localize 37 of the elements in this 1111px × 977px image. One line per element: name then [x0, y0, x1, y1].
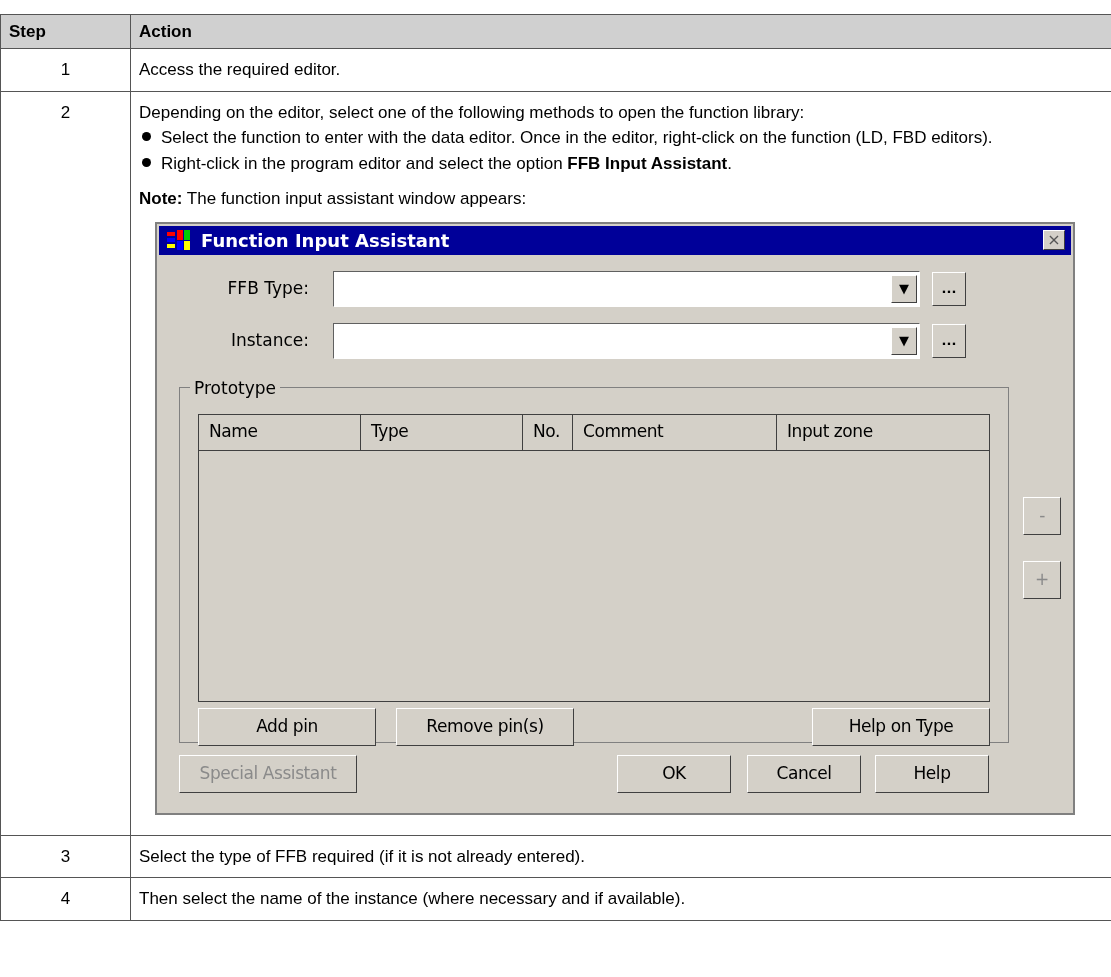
field-label: Instance: — [229, 328, 310, 352]
column-header[interactable]: Comment — [573, 414, 777, 450]
dialog-button[interactable]: Help — [875, 754, 989, 793]
dropdown-button[interactable]: ▼ — [891, 326, 917, 355]
column-header[interactable]: Input zone — [777, 414, 989, 450]
bullet-text: Select the function to enter with the data editor. Once in the editor, right-click on the function (LD, FBD editors). — [161, 127, 994, 149]
column-header: Step — [1, 15, 131, 48]
app-logo-icon — [165, 229, 191, 251]
dialog-button[interactable]: Add pin — [198, 707, 376, 746]
step-number: 4 — [60, 888, 71, 910]
bullet-icon — [142, 157, 151, 167]
close-button[interactable]: × — [1043, 230, 1065, 250]
column-header[interactable]: No. — [523, 414, 573, 450]
browse-button[interactable]: ... — [932, 271, 966, 306]
step-number: 1 — [60, 59, 71, 81]
dropdown-button[interactable]: ▼ — [891, 274, 917, 303]
dialog-button[interactable]: Remove pin(s) — [396, 707, 574, 746]
dialog-button[interactable]: Help on Type — [812, 707, 990, 746]
combo-box[interactable]: ▼ — [333, 322, 920, 359]
window-title: Function Input Assistant — [201, 228, 451, 253]
action-text: Depending on the editor, select one of the following methods to open the function library: — [139, 101, 806, 124]
bullet-text: Right-click in the program editor and select the option FFB Input Assistant. — [161, 152, 733, 175]
browse-button[interactable]: ... — [932, 323, 966, 358]
column-header[interactable]: Name — [199, 414, 361, 450]
action-text: Select the type of FFB required (if it is not already entered). — [139, 846, 585, 866]
column-header[interactable]: Type — [361, 414, 523, 450]
field-label: FFB Type: — [226, 276, 310, 300]
column-header: Action — [138, 20, 193, 43]
step-number: 2 — [60, 101, 71, 124]
step-number: 3 — [60, 845, 71, 868]
dialog-button[interactable]: Cancel — [747, 754, 861, 793]
action-text: Access the required editor. — [139, 60, 341, 79]
dialog-button[interactable]: OK — [617, 754, 731, 793]
bullet-icon — [142, 132, 151, 141]
note-text: Note: The function input assistant window appears: — [139, 188, 528, 210]
action-text: Then select the name of the instance (where necessary and if available). — [139, 889, 686, 908]
combo-box[interactable]: ▼ — [333, 270, 920, 307]
